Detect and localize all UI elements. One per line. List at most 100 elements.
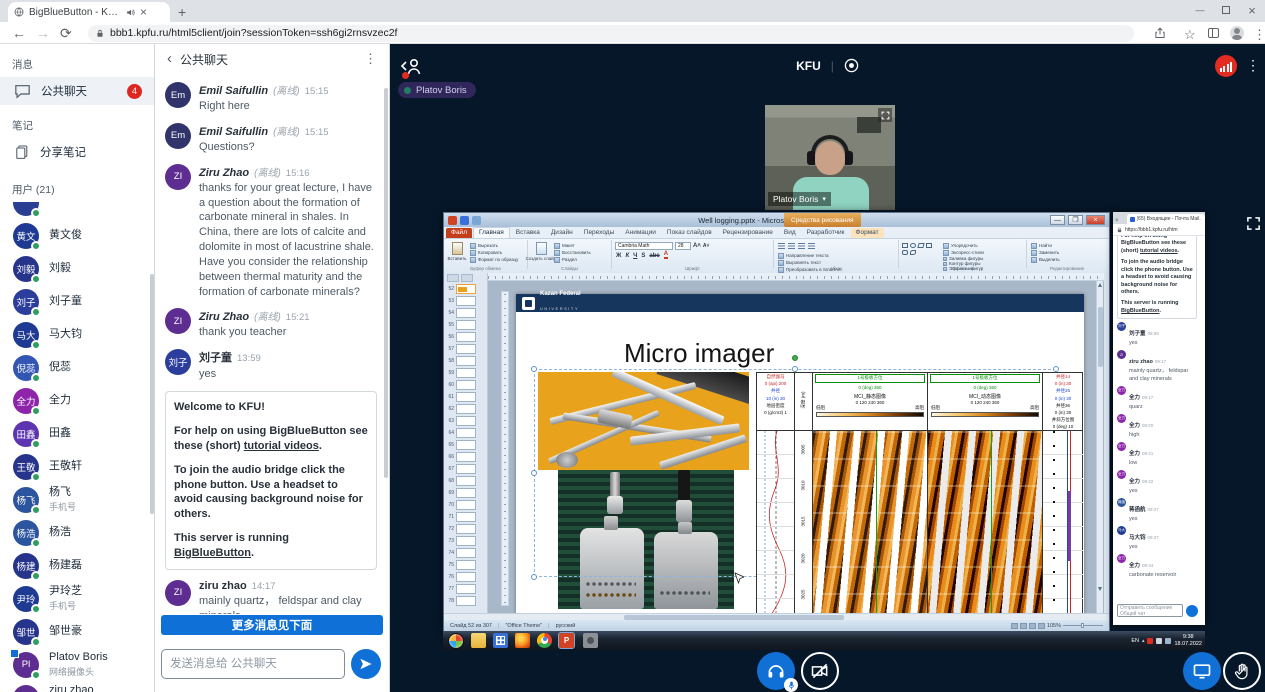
slide-thumbnail[interactable]: 77 bbox=[444, 583, 487, 595]
start-button[interactable] bbox=[448, 633, 464, 649]
user-list-item[interactable]: 马大 马大钧 bbox=[0, 318, 154, 351]
shrink-font-icon[interactable]: A˅ bbox=[703, 243, 710, 249]
shape-ellipse-icon[interactable] bbox=[910, 243, 916, 248]
underline-icon[interactable]: Ч bbox=[633, 253, 637, 259]
ribbon-button[interactable]: Копировать bbox=[470, 249, 518, 256]
user-list-item[interactable]: 倪蕊 倪蕊 bbox=[0, 351, 154, 384]
chrome-icon[interactable] bbox=[537, 633, 552, 648]
slide-thumbnail[interactable]: 67 bbox=[444, 463, 487, 475]
slide-thumbnail[interactable]: 68 bbox=[444, 475, 487, 487]
align-left-icon[interactable] bbox=[778, 243, 785, 249]
reading-view-icon[interactable] bbox=[1029, 623, 1036, 629]
ribbon-tab[interactable]: Рецензирование bbox=[718, 228, 778, 238]
connection-status-button[interactable] bbox=[1215, 55, 1237, 77]
shape-parallelogram-icon[interactable] bbox=[917, 243, 924, 248]
mail-tab[interactable]: (65) Входящие - Почта Mail.ru bbox=[1127, 214, 1205, 224]
new-slide-button[interactable]: Создать слайд bbox=[531, 242, 551, 263]
user-list-item[interactable]: 刘毅 刘毅 bbox=[0, 252, 154, 285]
window-restore-button[interactable] bbox=[1213, 0, 1239, 20]
record-indicator-icon[interactable] bbox=[844, 58, 859, 73]
ribbon-tab[interactable]: Вид bbox=[779, 228, 801, 238]
user-list-item[interactable]: 田鑫 田鑫 bbox=[0, 417, 154, 450]
strikethrough-icon[interactable]: abc bbox=[649, 253, 659, 259]
rotate-handle[interactable] bbox=[792, 355, 798, 361]
taskbar-clock[interactable]: 9:3818.07.2022 bbox=[1174, 634, 1202, 647]
new-tab-button[interactable] bbox=[178, 4, 186, 22]
ribbon-button[interactable]: Найти bbox=[1031, 242, 1103, 249]
user-list-item[interactable]: ZI ziru zhao 手机号 bbox=[0, 681, 154, 692]
font-size-select[interactable]: 28 bbox=[675, 242, 691, 250]
save-icon[interactable] bbox=[460, 216, 469, 225]
media-app-icon[interactable] bbox=[493, 633, 508, 648]
slide-thumbnail[interactable]: 52 bbox=[444, 283, 487, 295]
slide-thumbnail[interactable]: 53 bbox=[444, 295, 487, 307]
user-list-item[interactable]: 王敬 王敬轩 bbox=[0, 450, 154, 483]
sidebar-item-shared-notes[interactable]: 分享笔记 bbox=[0, 138, 154, 166]
slide-thumbnail[interactable]: 78 bbox=[444, 595, 487, 607]
slide-thumbnail[interactable]: 63 bbox=[444, 415, 487, 427]
slide-thumbnail[interactable]: 70 bbox=[444, 499, 487, 511]
justify-icon[interactable] bbox=[808, 243, 815, 249]
audio-device-badge[interactable] bbox=[784, 678, 798, 692]
options-menu-icon[interactable] bbox=[1246, 57, 1260, 75]
paste-button[interactable]: Вставить bbox=[447, 242, 467, 263]
slide-thumbnail[interactable]: 66 bbox=[444, 451, 487, 463]
slide-thumbnail[interactable]: 76 bbox=[444, 571, 487, 583]
tab-close-icon[interactable]: × bbox=[140, 6, 147, 18]
browser-menu-icon[interactable] bbox=[1253, 26, 1265, 44]
user-list-item[interactable]: 刘子 刘子童 bbox=[0, 285, 154, 318]
slide-thumbnail[interactable]: 72 bbox=[444, 523, 487, 535]
shape-arrow-icon[interactable] bbox=[926, 243, 932, 248]
ribbon-tab[interactable]: Формат bbox=[851, 228, 884, 238]
slide-thumbnail[interactable]: 56 bbox=[444, 331, 487, 343]
slide-thumbnail[interactable]: 73 bbox=[444, 535, 487, 547]
url-bar[interactable]: bbb1.kpfu.ru/html5client/join?sessionTok… bbox=[88, 25, 1134, 42]
slide-thumbnail[interactable]: 74 bbox=[444, 547, 487, 559]
bookmark-star-icon[interactable] bbox=[1184, 26, 1196, 44]
slide-scrollbar[interactable] bbox=[1096, 281, 1103, 613]
send-message-button[interactable] bbox=[351, 649, 381, 679]
slide-thumbnail[interactable]: 55 bbox=[444, 319, 487, 331]
reload-icon[interactable] bbox=[60, 22, 72, 44]
slide-thumbnail[interactable]: 61 bbox=[444, 391, 487, 403]
audio-join-button[interactable] bbox=[757, 652, 795, 690]
ribbon-button[interactable]: Вырезать bbox=[470, 242, 518, 249]
firefox-icon[interactable] bbox=[515, 633, 530, 648]
slide-thumbnail[interactable]: 75 bbox=[444, 559, 487, 571]
zoom-slider[interactable] bbox=[1063, 625, 1103, 626]
tray-app-icon[interactable] bbox=[1147, 638, 1153, 644]
user-list-item[interactable]: 杨浩 杨浩 bbox=[0, 516, 154, 549]
chat-message-input[interactable] bbox=[161, 649, 345, 679]
chat-back-icon[interactable] bbox=[167, 50, 172, 68]
bigbluebutton-link[interactable]: BigBlueButton bbox=[1121, 308, 1160, 314]
slide-title[interactable]: Micro imager bbox=[624, 338, 774, 369]
ribbon-tab[interactable]: Файл bbox=[446, 228, 472, 238]
shared-chat-input[interactable]: Отправить сообщение Общий чат bbox=[1117, 604, 1183, 617]
slide[interactable]: Kazan FederalUNIVERSITY Micro imager bbox=[516, 294, 1084, 615]
chat-options-icon[interactable] bbox=[364, 50, 377, 68]
webcam-tile[interactable]: Platov Boris▾ bbox=[765, 105, 895, 210]
ribbon-button[interactable]: Формат по образцу bbox=[470, 256, 518, 263]
grow-font-icon[interactable]: A˄ bbox=[693, 243, 701, 249]
sidepanel-icon[interactable] bbox=[1208, 28, 1219, 38]
back-icon[interactable] bbox=[12, 22, 26, 44]
ribbon-button[interactable]: Выделить bbox=[1031, 256, 1103, 263]
tab-audio-icon[interactable] bbox=[126, 8, 135, 17]
ribbon-tab[interactable]: Разработчик bbox=[802, 228, 850, 238]
sorter-view-icon[interactable] bbox=[1020, 623, 1027, 629]
ribbon-tab[interactable]: Переходы bbox=[579, 228, 620, 238]
more-messages-button[interactable]: 更多消息见下面 bbox=[161, 615, 383, 635]
bigbluebutton-link[interactable]: BigBlueButton bbox=[174, 547, 251, 559]
tutorial-videos-link[interactable]: tutorial videos bbox=[1140, 248, 1178, 254]
user-list-item[interactable]: 杨建 杨建磊 bbox=[0, 549, 154, 582]
align-center-icon[interactable] bbox=[788, 243, 795, 249]
user-list-item[interactable]: Pl Platov Boris 网络摄像头 bbox=[0, 648, 154, 681]
shadow-icon[interactable]: S bbox=[641, 253, 645, 259]
profile-avatar[interactable] bbox=[1230, 26, 1244, 40]
raise-hand-button[interactable] bbox=[1223, 652, 1261, 690]
tutorial-videos-link[interactable]: tutorial videos bbox=[244, 440, 319, 452]
undo-icon[interactable] bbox=[472, 216, 481, 225]
slide-thumbnail[interactable]: 60 bbox=[444, 379, 487, 391]
tray-volume-icon[interactable] bbox=[1156, 638, 1162, 644]
slide-thumbnail[interactable]: 57 bbox=[444, 343, 487, 355]
